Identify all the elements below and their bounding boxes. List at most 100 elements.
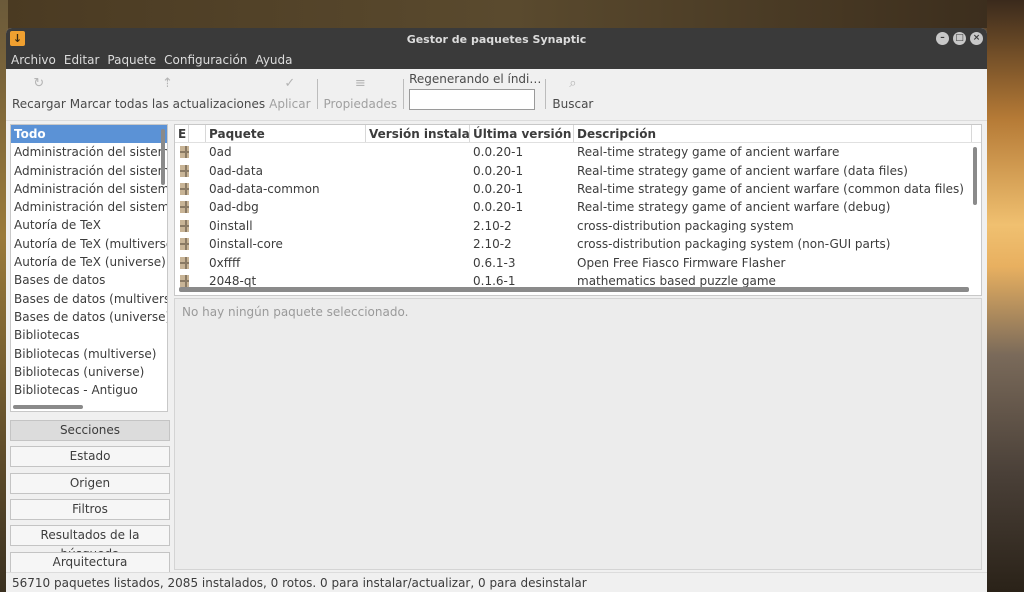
properties-label: Propiedades [323, 97, 398, 111]
latest-version: 2.10-2 [473, 237, 512, 252]
search-icon: ⌕ [569, 76, 577, 91]
reload-icon: ↻ [33, 76, 45, 91]
section-item[interactable]: Bibliotecas (multiverse) [11, 345, 167, 363]
section-item[interactable]: Bases de datos (multiverse) [11, 290, 167, 308]
search-button[interactable]: ⌕ Buscar [550, 69, 595, 111]
search-results-button[interactable]: Resultados de la búsqueda [10, 525, 170, 561]
latest-version: 0.0.20-1 [473, 163, 524, 178]
package-not-installed-icon[interactable] [180, 201, 189, 214]
section-item[interactable]: Bibliotecas - Antiguo [11, 381, 167, 399]
table-row[interactable]: 0ad-data-common 0.0.20-1 Real-time strat… [175, 180, 981, 198]
section-item[interactable]: Administración del sistema (universe) [11, 180, 167, 198]
section-list-horizontal-scrollbar[interactable] [13, 405, 83, 409]
latest-version: 0.0.20-1 [473, 200, 524, 215]
sections-filter-button[interactable]: Secciones [10, 420, 170, 441]
package-name: 0xffff [209, 255, 241, 270]
package-description: Real-time strategy game of ancient warfa… [577, 163, 908, 178]
package-description: cross-distribution packaging system (non… [577, 237, 891, 252]
properties-button[interactable]: ≡ Propiedades [322, 69, 400, 111]
package-list-vertical-scrollbar[interactable] [973, 147, 977, 205]
minimize-icon[interactable]: – [936, 32, 949, 45]
table-row[interactable]: 0xffff 0.6.1-3 Open Free Fiasco Firmware… [175, 253, 981, 271]
package-not-installed-icon[interactable] [180, 238, 189, 251]
status-bar: 56710 paquetes listados, 2085 instalados… [6, 572, 987, 592]
menu-editar[interactable]: Editar [64, 53, 100, 67]
package-description: cross-distribution packaging system [577, 218, 794, 233]
section-item[interactable]: Bibliotecas [11, 326, 167, 344]
search-label: Buscar [552, 97, 594, 111]
package-name: 2048-qt [209, 273, 257, 288]
latest-version: 0.1.6-1 [473, 273, 516, 288]
reload-label: Recargar [12, 97, 66, 111]
package-not-installed-icon[interactable] [180, 219, 189, 232]
table-row[interactable]: 0ad 0.0.20-1 Real-time strategy game of … [175, 143, 981, 161]
package-name: 0ad-data-common [209, 181, 320, 196]
table-row[interactable]: 0install-core 2.10-2 cross-distribution … [175, 235, 981, 253]
package-description: mathematics based puzzle game [577, 273, 776, 288]
column-header-status[interactable]: E [175, 125, 189, 142]
menu-ayuda[interactable]: Ayuda [255, 53, 292, 67]
table-row[interactable]: 0install 2.10-2 cross-distribution packa… [175, 217, 981, 235]
package-description: Open Free Fiasco Firmware Flasher [577, 255, 786, 270]
section-item[interactable]: Autoría de TeX (universe) [11, 253, 167, 271]
package-name: 0ad [209, 145, 232, 160]
package-not-installed-icon[interactable] [180, 164, 189, 177]
column-header-latest-version[interactable]: Última versión [470, 125, 574, 142]
package-list: E Paquete Versión instalada Última versi… [174, 124, 982, 296]
section-item[interactable]: Bibliotecas (universe) [11, 363, 167, 381]
toolbar: ↻ Recargar ⇡ Marcar todas las actualizac… [6, 69, 987, 121]
package-list-header: E Paquete Versión instalada Última versi… [175, 125, 981, 143]
section-item[interactable]: Administración del sistema [11, 143, 167, 161]
toolbar-separator [403, 79, 405, 109]
section-list: Todo Administración del sistema Administ… [10, 124, 168, 412]
section-item[interactable]: Administración del sistema - Antiguo [11, 198, 167, 216]
menu-archivo[interactable]: Archivo [11, 53, 56, 67]
package-list-horizontal-scrollbar[interactable] [179, 287, 969, 292]
package-not-installed-icon[interactable] [180, 256, 189, 269]
close-icon[interactable]: × [970, 32, 983, 45]
section-list-vertical-scrollbar[interactable] [161, 129, 165, 185]
table-row[interactable]: 0ad-data 0.0.20-1 Real-time strategy gam… [175, 161, 981, 179]
column-header-package[interactable]: Paquete [206, 125, 366, 142]
left-pane: Todo Administración del sistema Administ… [10, 124, 172, 573]
package-not-installed-icon[interactable] [180, 146, 189, 159]
column-header-support[interactable] [189, 125, 206, 142]
package-details-pane: No hay ningún paquete seleccionado. [174, 298, 982, 570]
properties-icon: ≡ [354, 76, 366, 91]
section-item[interactable]: Bases de datos [11, 271, 167, 289]
section-item[interactable]: Bases de datos (universe) [11, 308, 167, 326]
origin-filter-button[interactable]: Origen [10, 473, 170, 494]
toolbar-separator [545, 79, 547, 109]
quick-filter-input[interactable] [409, 89, 536, 110]
menu-configuracion[interactable]: Configuración [164, 53, 247, 67]
column-header-installed-version[interactable]: Versión instalada [366, 125, 470, 142]
apply-label: Aplicar [269, 97, 311, 111]
package-description: Real-time strategy game of ancient warfa… [577, 181, 964, 196]
custom-filters-button[interactable]: Filtros [10, 499, 170, 520]
menu-bar: Archivo Editar Paquete Configuración Ayu… [6, 50, 987, 69]
window-title: Gestor de paquetes Synaptic [406, 32, 587, 46]
package-name: 0install [209, 218, 253, 233]
package-not-installed-icon[interactable] [180, 274, 189, 287]
column-header-description[interactable]: Descripción [574, 125, 972, 142]
section-item[interactable]: Administración del sistema (multiverse) [11, 162, 167, 180]
toolbar-separator [316, 79, 318, 109]
table-row[interactable]: 0ad-dbg 0.0.20-1 Real-time strategy game… [175, 198, 981, 216]
section-item[interactable]: Autoría de TeX (multiverse) [11, 235, 167, 253]
section-item[interactable]: Autoría de TeX [11, 216, 167, 234]
apply-button[interactable]: ✓ Aplicar [267, 69, 312, 111]
menu-paquete[interactable]: Paquete [107, 53, 156, 67]
package-description: Real-time strategy game of ancient warfa… [577, 200, 891, 215]
quick-filter-label: Regenerando el índi… [409, 72, 542, 86]
mark-all-upgrades-button[interactable]: ⇡ Marcar todas las actualizaciones [68, 69, 267, 111]
package-not-installed-icon[interactable] [180, 182, 189, 195]
status-filter-button[interactable]: Estado [10, 446, 170, 467]
architecture-filter-button[interactable]: Arquitectura [10, 552, 170, 573]
title-bar[interactable]: ↓ Gestor de paquetes Synaptic – □ × [6, 28, 987, 50]
synaptic-app-icon: ↓ [10, 31, 25, 46]
reload-button[interactable]: ↻ Recargar [10, 69, 68, 111]
package-name: 0ad-data [209, 163, 263, 178]
section-item[interactable]: Todo [11, 125, 167, 144]
maximize-icon[interactable]: □ [953, 32, 966, 45]
window-controls: – □ × [936, 32, 983, 45]
